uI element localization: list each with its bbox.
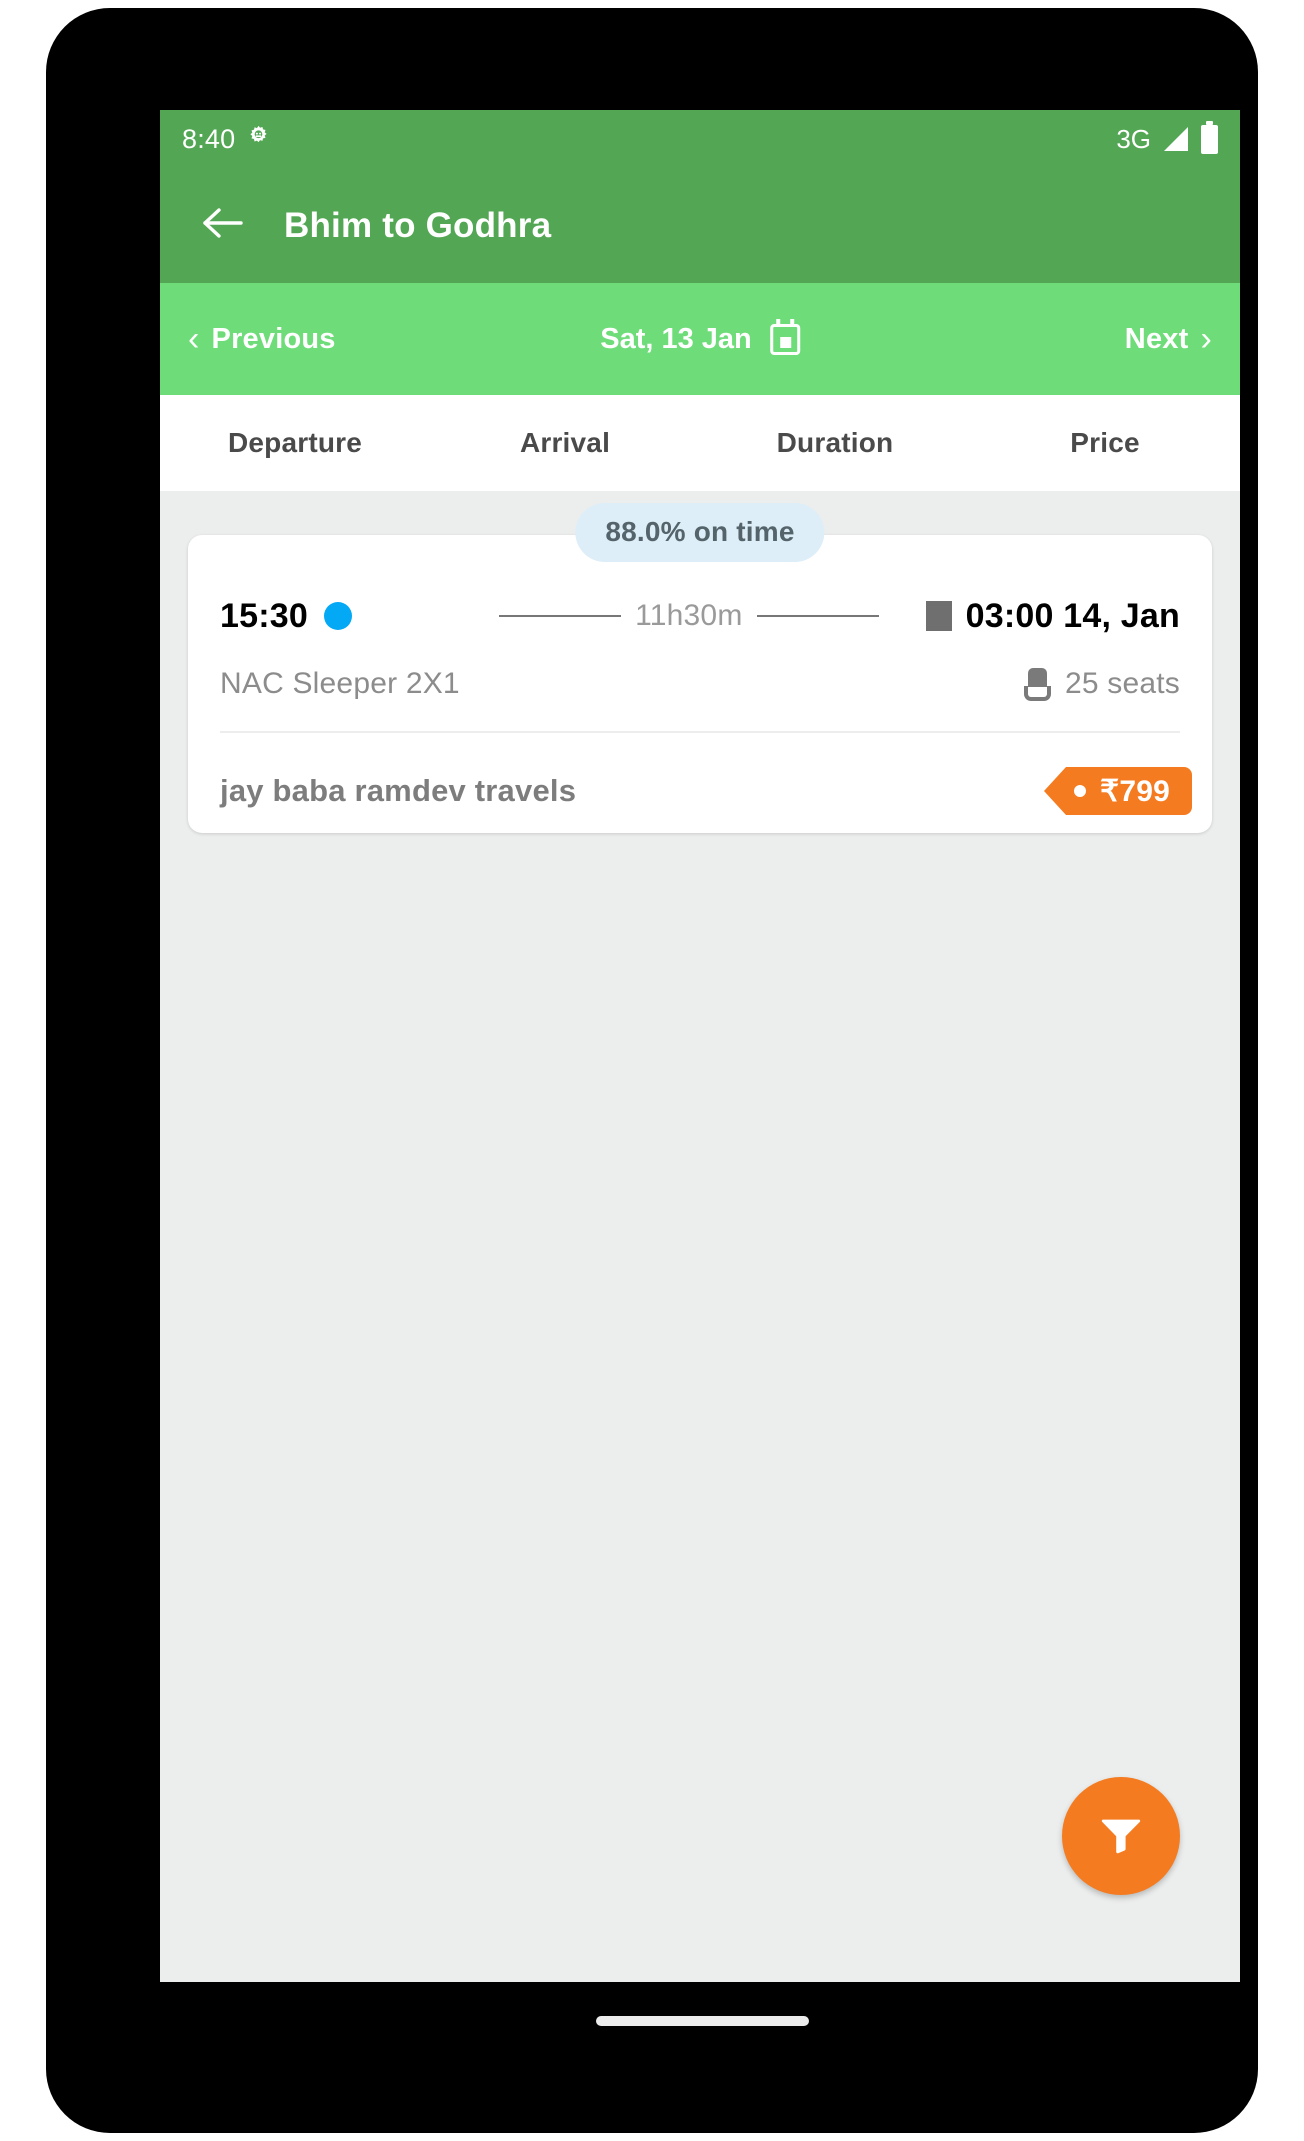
seats-group: 25 seats	[1023, 667, 1180, 701]
status-clock: 8:40	[182, 123, 236, 154]
gear-icon	[245, 123, 272, 155]
network-type-label: 3G	[1116, 124, 1151, 154]
seats-available-label: 25 seats	[1064, 667, 1180, 700]
previous-day-button[interactable]: ‹ Previous	[188, 322, 336, 356]
sort-tab-bar: Departure Arrival Duration Price	[160, 395, 1240, 491]
filter-fab-button[interactable]	[1062, 1777, 1180, 1895]
bus-type-label: NAC Sleeper 2X1	[220, 667, 460, 700]
price-tag-hole-icon	[1074, 785, 1087, 797]
status-bar-left: 8:40	[182, 123, 272, 155]
calendar-icon	[769, 318, 800, 355]
departure-dot-icon	[323, 602, 352, 630]
battery-full-icon	[1201, 120, 1218, 154]
date-picker-button[interactable]: Sat, 13 Jan	[600, 318, 800, 356]
signal-triangle-icon	[1164, 127, 1188, 151]
back-arrow-icon	[201, 205, 245, 246]
status-bar: 8:40 3G	[160, 110, 1240, 168]
next-day-button[interactable]: Next ›	[1125, 322, 1212, 356]
home-indicator	[596, 2016, 809, 2026]
date-navigation-bar: ‹ Previous Sat, 13 Jan Next ›	[160, 283, 1240, 395]
arrival-time: 03:00 14, Jan	[965, 596, 1180, 635]
price-tag[interactable]: ₹799	[1044, 767, 1192, 815]
departure-group: 15:30	[220, 597, 352, 636]
phone-screen: 8:40 3G Bhim to Godhra ‹ Previous Sat, 1…	[160, 110, 1240, 1982]
next-label: Next	[1124, 322, 1189, 355]
device-frame: 8:40 3G Bhim to Godhra ‹ Previous Sat, 1…	[46, 8, 1258, 2133]
app-bar: Bhim to Godhra	[160, 168, 1240, 283]
page-title: Bhim to Godhra	[284, 205, 552, 245]
card-operator-row: jay baba ramdev travels ₹799	[220, 767, 1192, 815]
tab-arrival[interactable]: Arrival	[430, 427, 700, 459]
back-button[interactable]	[190, 193, 256, 259]
results-list: 88.0% on time 15:30 11h30m 03:00 14, Jan…	[160, 491, 1240, 1982]
duration-text: 11h30m	[635, 599, 743, 632]
tab-price[interactable]: Price	[970, 427, 1240, 459]
selected-date-label: Sat, 13 Jan	[600, 322, 752, 355]
filter-funnel-icon	[1096, 1809, 1146, 1864]
tab-departure[interactable]: Departure	[160, 427, 430, 459]
card-timing-row: 15:30 11h30m 03:00 14, Jan	[220, 593, 1180, 639]
status-badge: 88.0% on time	[575, 503, 825, 562]
card-divider	[220, 731, 1180, 733]
duration-line-right	[756, 615, 879, 617]
previous-label: Previous	[211, 322, 336, 355]
duration-line-left	[499, 615, 622, 617]
bus-result-card[interactable]: 15:30 11h30m 03:00 14, Jan NAC Sleeper 2…	[188, 535, 1212, 833]
status-bar-right: 3G	[1116, 120, 1218, 154]
price-value: ₹799	[1100, 774, 1170, 808]
departure-time: 15:30	[220, 596, 308, 635]
seat-icon	[1023, 667, 1051, 701]
arrival-group: 03:00 14, Jan	[925, 596, 1180, 636]
chevron-left-icon: ‹	[188, 320, 200, 358]
chevron-right-icon: ›	[1200, 320, 1212, 358]
card-bus-type-row: NAC Sleeper 2X1 25 seats	[220, 663, 1180, 705]
arrival-marker-icon	[925, 601, 952, 631]
tab-duration[interactable]: Duration	[700, 427, 970, 459]
operator-name: jay baba ramdev travels	[220, 773, 577, 808]
duration-group: 11h30m	[499, 599, 879, 633]
